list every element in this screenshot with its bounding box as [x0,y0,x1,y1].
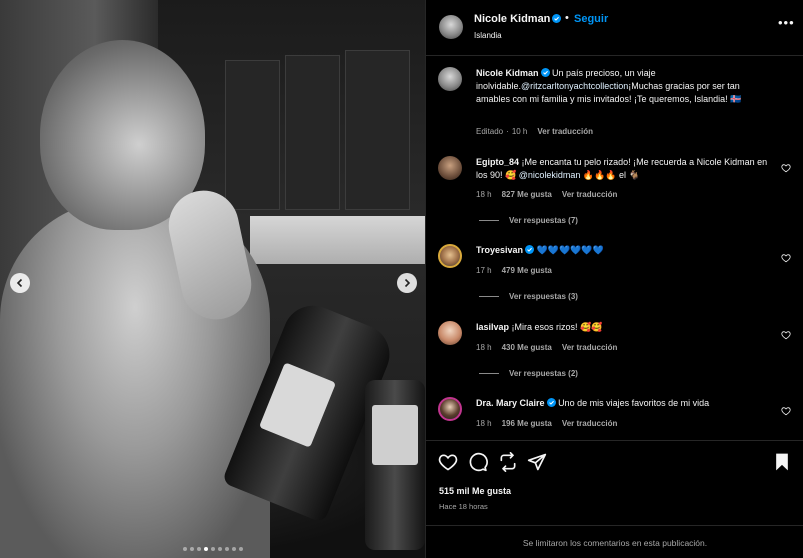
comment-body: 💙💙💙💙💙💙 [536,245,604,255]
timestamp[interactable]: 17 h [476,266,492,275]
post-like-count[interactable]: 515 mil Me gusta [439,486,511,496]
avatar[interactable] [439,15,463,39]
comment-meta: 18 h 827 Me gusta Ver traducción [476,190,627,199]
like-count[interactable]: 479 Me gusta [502,266,552,275]
comment-author[interactable]: Dra. Mary Claire [476,398,545,408]
carousel-dot [189,547,194,551]
translate-button[interactable]: Ver traducción [562,343,618,352]
comment-meta: 18 h 196 Me gusta Ver traducción [476,419,627,428]
edited-label: Editado [476,127,504,136]
caption-meta: Editado · 10 h Ver traducción [476,127,603,136]
comment-text: lasilvap ¡Mira esos rizos! 🥰🥰 [476,321,776,334]
comment-text: Troyesivan 💙💙💙💙💙💙 [476,244,776,257]
avatar[interactable] [438,67,462,91]
comment-body: Uno de mis viajes favoritos de mi vida [558,398,710,408]
view-replies-button[interactable]: Ver respuestas (7) [479,216,578,225]
photo-cabinet [285,55,340,210]
mention-link[interactable]: @nicolekidman [519,170,581,180]
carousel-dot [224,547,229,551]
comment-body: ¡Mira esos rizos! 🥰🥰 [511,322,603,332]
like-count[interactable]: 196 Me gusta [502,419,552,428]
flag-emoji: 🇮🇸 [730,94,742,104]
chevron-left-icon [16,278,23,288]
post-side-panel: Nicole Kidman • Seguir Islandia ••• Nico… [425,0,803,558]
send-icon[interactable] [527,452,547,472]
view-replies-button[interactable]: Ver respuestas (2) [479,369,578,378]
bookmark-icon[interactable] [772,452,792,472]
carousel-dot [210,547,215,551]
carousel-dot [217,547,222,551]
heart-icon[interactable] [781,406,791,416]
meta-dot: · [506,127,509,136]
more-icon[interactable]: ••• [778,15,795,30]
heart-icon[interactable] [438,452,458,472]
comment-body: 🔥🔥🔥 el 🐐 [580,170,640,180]
timestamp[interactable]: 18 h [476,419,492,428]
carousel-dot [196,547,201,551]
comment-meta: 18 h 430 Me gusta Ver traducción [476,343,627,352]
photo-cabinet [225,60,280,210]
heart-icon[interactable] [781,330,791,340]
carousel-dot [182,547,187,551]
avatar[interactable] [438,321,462,345]
comment-icon[interactable] [468,452,488,472]
mention-link[interactable]: @ritzcarltonyachtcollection [521,81,628,91]
post-timestamp[interactable]: Hace 18 horas [439,502,488,511]
carousel-prev-button[interactable] [10,273,30,293]
avatar[interactable] [438,244,462,268]
verified-icon [540,68,550,77]
post-header: Nicole Kidman • Seguir Islandia ••• [426,0,803,56]
replies-line [479,296,499,298]
comment-author[interactable]: Troyesivan [476,245,523,255]
comment-author[interactable]: lasilvap [476,322,509,332]
view-replies-label: Ver respuestas (3) [509,292,578,301]
share-icon[interactable] [498,452,518,472]
verified-icon [525,245,535,254]
carousel-indicator [0,547,425,551]
like-count[interactable]: 430 Me gusta [502,343,552,352]
caption-author[interactable]: Nicole Kidman [476,68,539,78]
carousel-next-button[interactable] [397,273,417,293]
replies-line [479,220,499,222]
avatar[interactable] [438,156,462,180]
author-name-row: Nicole Kidman [474,13,562,25]
avatar[interactable] [438,397,462,421]
comment-author[interactable]: Egipto_84 [476,157,519,167]
replies-line [479,373,499,375]
post-media[interactable] [0,0,425,558]
comment-text: Egipto_84 ¡Me encanta tu pelo rizado! ¡M… [476,156,776,182]
photo-shelf [250,216,425,264]
comment-meta: 17 h 479 Me gusta [476,266,562,275]
post-actions: 515 mil Me gusta Hace 18 horas Se limita… [426,440,803,558]
translate-button[interactable]: Ver traducción [562,190,618,199]
carousel-dot [231,547,236,551]
header-separator: • [565,12,569,24]
comments-limited-notice: Se limitaron los comentarios en esta pub… [426,525,803,558]
translate-button[interactable]: Ver traducción [562,419,618,428]
heart-icon[interactable] [781,253,791,263]
view-replies-label: Ver respuestas (2) [509,369,578,378]
carousel-dot [238,547,243,551]
view-replies-label: Ver respuestas (7) [509,216,578,225]
comments-list[interactable]: Nicole Kidman Un país precioso, un viaje… [426,57,803,439]
comment-text: Dra. Mary Claire Uno de mis viajes favor… [476,397,776,410]
photo-bottle-label [372,405,418,465]
carousel-dot [203,547,208,551]
verified-icon [552,14,562,23]
timestamp[interactable]: 18 h [476,343,492,352]
location-link[interactable]: Islandia [474,31,502,40]
chevron-right-icon [404,278,411,288]
follow-button[interactable]: Seguir [574,13,608,25]
timestamp[interactable]: 18 h [476,190,492,199]
verified-icon [546,398,556,407]
caption-text: Nicole Kidman Un país precioso, un viaje… [476,67,776,106]
heart-icon[interactable] [781,163,791,173]
like-count[interactable]: 827 Me gusta [502,190,552,199]
photo-cabinet [345,50,410,210]
timestamp[interactable]: 10 h [512,127,528,136]
author-name[interactable]: Nicole Kidman [474,13,550,25]
view-replies-button[interactable]: Ver respuestas (3) [479,292,578,301]
translate-button[interactable]: Ver traducción [537,127,593,136]
